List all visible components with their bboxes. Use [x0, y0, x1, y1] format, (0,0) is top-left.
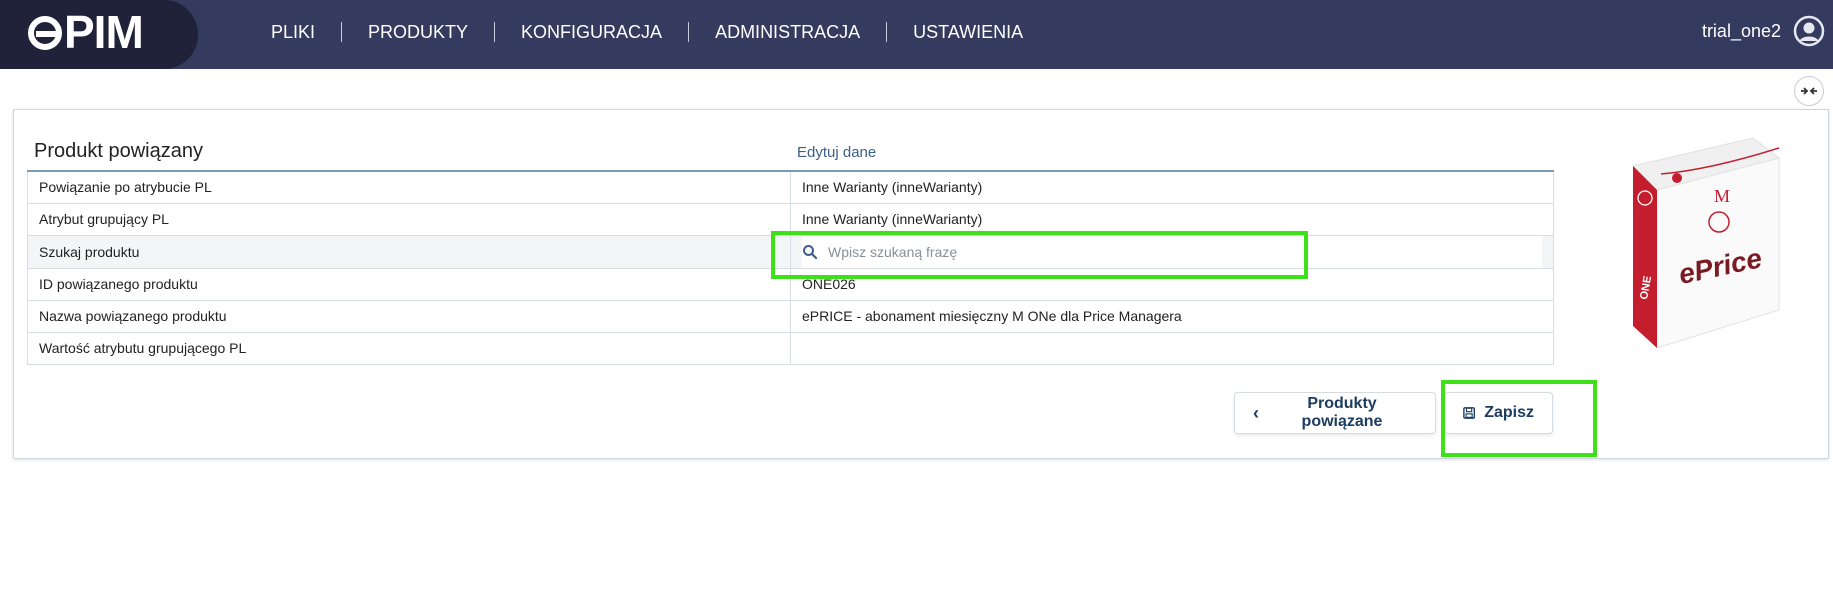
search-field[interactable]	[802, 235, 1542, 268]
row-value: Inne Warianty (inneWarianty)	[790, 202, 1554, 236]
epim-logo[interactable]: PIM	[28, 6, 144, 58]
save-button-label: Zapisz	[1484, 404, 1534, 421]
edit-data-link[interactable]: Edytuj dane	[797, 144, 876, 161]
row-value	[790, 331, 1554, 365]
table-row: Szukaj produktu	[27, 234, 1554, 269]
row-value: ONE026	[790, 267, 1554, 301]
user-avatar-icon[interactable]	[1793, 15, 1825, 47]
logo-text: PIM	[64, 6, 144, 58]
related-products-back-button[interactable]: ‹ Produkty powiązane	[1234, 392, 1436, 434]
table-row: Powiązanie po atrybucie PL Inne Warianty…	[27, 170, 1554, 204]
nav-item-konfiguracja[interactable]: KONFIGURACJA	[495, 22, 690, 42]
table-row: Nazwa powiązanego produktu ePRICE - abon…	[27, 299, 1554, 333]
card-title: Produkt powiązany	[34, 140, 203, 162]
logo-area[interactable]: PIM	[0, 0, 198, 69]
back-button-label: Produkty powiązane	[1301, 395, 1383, 430]
row-key: Nazwa powiązanego produktu	[27, 299, 791, 333]
nav-item-administracja[interactable]: ADMINISTRACJA	[689, 22, 888, 42]
user-name[interactable]: trial_one2	[1702, 21, 1781, 42]
nav-item-ustawienia[interactable]: USTAWIENIA	[887, 22, 1049, 42]
row-key: Powiązanie po atrybucie PL	[27, 170, 791, 204]
row-key: Wartość atrybutu grupującego PL	[27, 331, 791, 365]
save-icon	[1463, 407, 1476, 419]
collapse-panel-button[interactable]	[1794, 76, 1824, 106]
nav-item-pliki[interactable]: PLIKI	[245, 22, 343, 42]
related-product-table: Powiązanie po atrybucie PL Inne Warianty…	[27, 170, 1554, 365]
row-value: Inne Warianty (inneWarianty)	[790, 170, 1554, 204]
table-row: Atrybut grupujący PL Inne Warianty (inne…	[27, 202, 1554, 236]
main-nav: PLIKI PRODUKTY KONFIGURACJA ADMINISTRACJ…	[245, 0, 1049, 64]
nav-item-produkty[interactable]: PRODUKTY	[342, 22, 496, 42]
top-navigation-bar: PIM PLIKI PRODUKTY KONFIGURACJA ADMINIST…	[0, 0, 1833, 69]
product-variant-label: M	[1714, 186, 1730, 206]
search-icon	[803, 244, 818, 259]
row-key: ID powiązanego produktu	[27, 267, 791, 301]
related-product-card: Produkt powiązany Edytuj dane Powiązanie…	[13, 109, 1829, 459]
row-value: ePRICE - abonament miesięczny M ONe dla …	[790, 299, 1554, 333]
collapse-arrows-icon	[1801, 87, 1817, 95]
row-key: Atrybut grupujący PL	[27, 202, 791, 236]
product-box-image: M ePrice ONE	[1579, 130, 1799, 360]
search-product-input[interactable]	[828, 243, 1278, 260]
user-menu[interactable]: trial_one2	[1702, 0, 1781, 62]
save-button[interactable]: Zapisz	[1444, 392, 1553, 434]
row-key: Szukaj produktu	[27, 234, 791, 269]
table-row: Wartość atrybutu grupującego PL	[27, 331, 1554, 365]
chevron-left-icon: ‹	[1253, 402, 1259, 423]
search-cell	[790, 234, 1554, 269]
table-row: ID powiązanego produktu ONE026	[27, 267, 1554, 301]
logo-e-mark-icon	[28, 16, 62, 50]
